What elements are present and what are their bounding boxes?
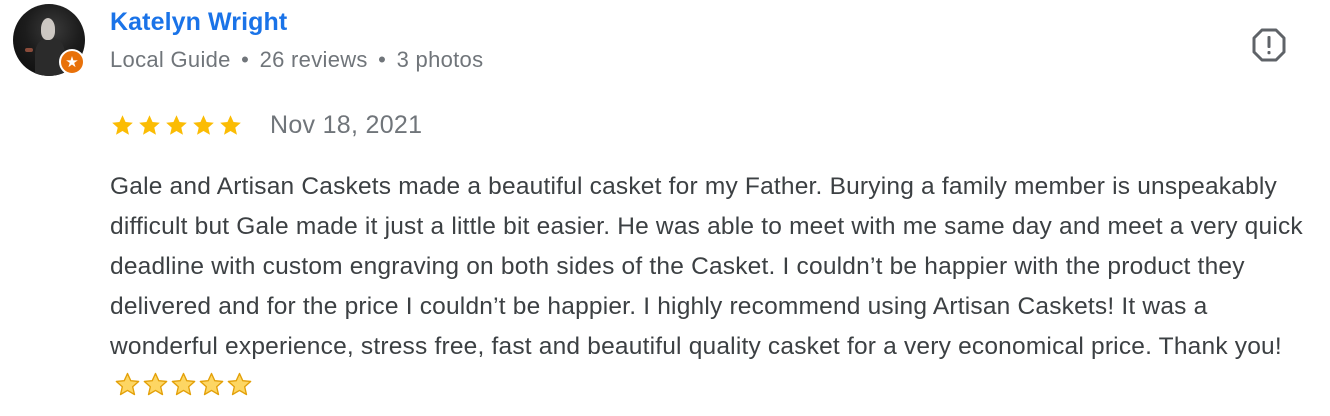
- star-icon: [166, 114, 187, 135]
- meta-separator: •: [241, 47, 250, 72]
- star-icon: [193, 114, 214, 135]
- star-emoji-icon: [143, 372, 168, 396]
- report-review-button[interactable]: [1251, 27, 1287, 63]
- star-emoji-icon: [199, 372, 224, 396]
- photo-count: 3 photos: [396, 47, 484, 72]
- reviewer-meta: Local Guide • 26 reviews • 3 photos: [110, 47, 483, 73]
- star-emoji-icon: [171, 372, 196, 396]
- reviewer-name[interactable]: Katelyn Wright: [110, 8, 287, 37]
- avatar-background-detail: [25, 48, 33, 52]
- rating-row: Nov 18, 2021: [110, 110, 422, 140]
- review-card: ★ Katelyn Wright Local Guide • 26 review…: [0, 0, 1330, 416]
- star-emoji-icon: [227, 372, 252, 396]
- review-count: 26 reviews: [259, 47, 368, 72]
- local-guide-star-icon: ★: [59, 49, 85, 75]
- star-icon: [220, 114, 241, 135]
- avatar-figure-head: [41, 18, 55, 40]
- star-emoji-icon: [115, 372, 140, 396]
- star-icon: [112, 114, 133, 135]
- review-text: Gale and Artisan Caskets made a beautifu…: [110, 173, 1303, 360]
- review-body: Gale and Artisan Caskets made a beautifu…: [110, 167, 1310, 407]
- meta-separator: •: [378, 47, 387, 72]
- review-date: Nov 18, 2021: [270, 110, 423, 139]
- report-flag-icon: [1252, 28, 1286, 62]
- local-guide-label: Local Guide: [110, 47, 231, 72]
- star-rating: [110, 113, 243, 138]
- star-icon: [139, 114, 160, 135]
- emoji-stars: [114, 371, 253, 398]
